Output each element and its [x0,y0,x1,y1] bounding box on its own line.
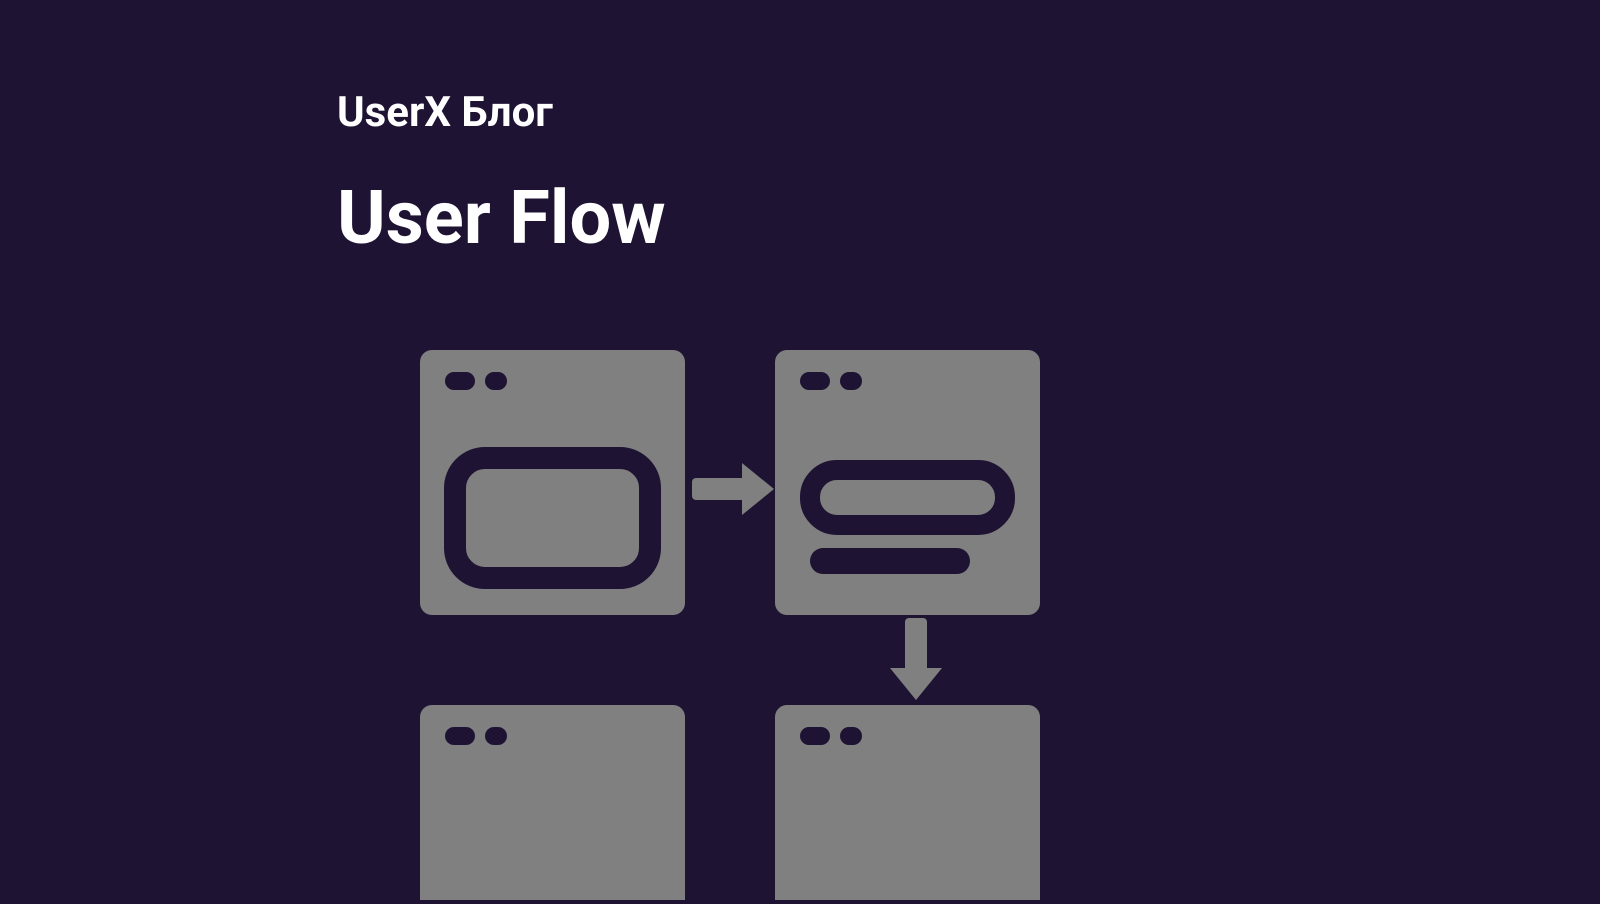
blog-subtitle: UserX Блог [337,88,553,137]
user-flow-diagram-icon [420,350,1060,904]
window-icon [420,705,685,900]
window-icon [420,350,685,615]
window-icon [775,705,1040,900]
arrow-down-icon [890,618,942,700]
window-icon [775,350,1040,615]
page-title: User Flow [337,175,666,262]
arrow-right-icon [692,463,774,515]
